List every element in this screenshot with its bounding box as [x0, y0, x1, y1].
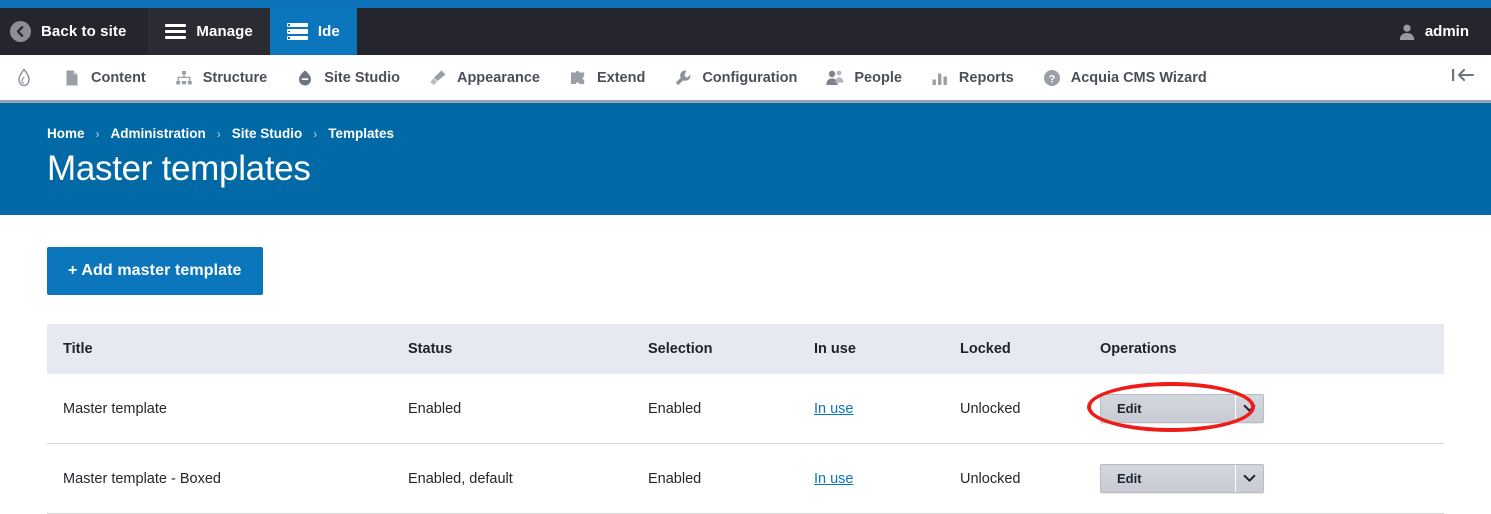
- edit-button[interactable]: Edit: [1101, 465, 1235, 492]
- ide-label: Ide: [317, 23, 340, 40]
- operations-toggle-button[interactable]: [1235, 395, 1263, 422]
- breadcrumb-item-site-studio[interactable]: Site Studio: [232, 126, 303, 141]
- operations-wrapper: Edit: [1087, 382, 1264, 432]
- people-icon: [825, 68, 845, 88]
- manage-tab[interactable]: Manage: [148, 8, 270, 55]
- page-icon: [62, 68, 82, 88]
- menu-item-appearance[interactable]: Appearance: [414, 55, 554, 100]
- column-header-selection[interactable]: Selection: [632, 324, 798, 374]
- menu-item-extend-label: Extend: [596, 69, 646, 86]
- cell-status: Enabled: [392, 374, 632, 444]
- table-row: Master template Enabled Enabled In use U…: [47, 374, 1444, 444]
- menu-item-reports-label: Reports: [958, 69, 1014, 86]
- hamburger-icon: [165, 23, 187, 40]
- back-to-site-button[interactable]: Back to site: [0, 8, 149, 55]
- cell-locked: Unlocked: [944, 443, 1084, 514]
- menu-item-extend[interactable]: Extend: [554, 55, 659, 100]
- operations-toggle-button[interactable]: [1235, 465, 1263, 492]
- admin-menu-bar: Content Structure Site Studio Appearance…: [0, 55, 1491, 103]
- top-accent-strip: [0, 0, 1491, 8]
- brush-icon: [428, 68, 448, 88]
- collapse-toolbar-button[interactable]: [1435, 67, 1491, 88]
- page-title: Master templates: [47, 149, 311, 188]
- back-to-site-label: Back to site: [41, 23, 127, 40]
- column-header-operations: Operations: [1084, 324, 1444, 374]
- back-arrow-icon: [10, 21, 31, 42]
- menu-item-structure-label: Structure: [202, 69, 268, 86]
- edit-button[interactable]: Edit: [1101, 395, 1235, 422]
- menu-item-configuration[interactable]: Configuration: [659, 55, 811, 100]
- breadcrumb-item-home[interactable]: Home: [47, 126, 85, 141]
- breadcrumb-separator: ›: [216, 126, 221, 141]
- chevron-down-icon: [1243, 401, 1256, 417]
- admin-toolbar: Back to site Manage Ide admin: [0, 8, 1491, 55]
- toolbar-spacer: [356, 8, 1388, 55]
- menu-item-people[interactable]: People: [811, 55, 916, 100]
- cell-status: Enabled, default: [392, 443, 632, 514]
- menu-item-acquia-cms-wizard[interactable]: ? Acquia CMS Wizard: [1028, 55, 1221, 100]
- table-row: Master template - Boxed Enabled, default…: [47, 443, 1444, 514]
- menu-item-site-studio-label: Site Studio: [324, 69, 400, 86]
- cell-operations: Edit: [1084, 443, 1444, 514]
- cell-operations: Edit: [1084, 374, 1444, 444]
- menu-item-acquia-cms-wizard-label: Acquia CMS Wizard: [1070, 69, 1207, 86]
- wrench-icon: [673, 68, 693, 88]
- cell-locked: Unlocked: [944, 374, 1084, 444]
- in-use-link[interactable]: In use: [814, 401, 854, 417]
- cell-in-use: In use: [798, 374, 944, 444]
- menu-item-appearance-label: Appearance: [456, 69, 540, 86]
- cell-title: Master template - Boxed: [47, 443, 392, 514]
- operations-wrapper: Edit: [1100, 464, 1264, 493]
- menu-item-content[interactable]: Content: [48, 55, 160, 100]
- cell-title: Master template: [47, 374, 392, 444]
- sitestudio-icon: [295, 68, 315, 88]
- breadcrumb-separator: ›: [313, 126, 318, 141]
- puzzle-icon: [568, 68, 588, 88]
- add-master-template-button[interactable]: + Add master template: [47, 247, 263, 295]
- manage-label: Manage: [196, 23, 253, 40]
- sitemap-icon: [174, 68, 194, 88]
- operations-dropbutton: Edit: [1100, 464, 1264, 493]
- column-header-title[interactable]: Title: [47, 324, 392, 374]
- table-body: Master template Enabled Enabled In use U…: [47, 374, 1444, 514]
- column-header-in-use[interactable]: In use: [798, 324, 944, 374]
- table-header-row: Title Status Selection In use Locked Ope…: [47, 324, 1444, 374]
- menu-item-people-label: People: [854, 69, 902, 86]
- server-list-icon: [286, 23, 308, 40]
- user-name-label: admin: [1424, 23, 1469, 40]
- table-header: Title Status Selection In use Locked Ope…: [47, 324, 1444, 374]
- breadcrumb-item-administration[interactable]: Administration: [111, 126, 206, 141]
- breadcrumb: Home › Administration › Site Studio › Te…: [47, 126, 1491, 141]
- chevron-down-icon: [1243, 471, 1256, 487]
- collapse-arrow-icon: [1451, 67, 1475, 88]
- page-banner: Home › Administration › Site Studio › Te…: [0, 103, 1491, 215]
- master-templates-table: Title Status Selection In use Locked Ope…: [47, 324, 1444, 514]
- main-content: + Add master template Title Status Selec…: [0, 215, 1491, 514]
- menu-item-site-studio[interactable]: Site Studio: [281, 55, 414, 100]
- drupal-drop-icon: [14, 67, 34, 88]
- menu-item-structure[interactable]: Structure: [160, 55, 281, 100]
- column-header-status[interactable]: Status: [392, 324, 632, 374]
- user-avatar-icon: [1398, 23, 1416, 41]
- drupal-logo-link[interactable]: [0, 55, 48, 100]
- ide-tab[interactable]: Ide: [269, 8, 357, 55]
- svg-text:?: ?: [1048, 73, 1055, 85]
- breadcrumb-separator: ›: [95, 126, 100, 141]
- in-use-link[interactable]: In use: [814, 471, 854, 487]
- question-circle-icon: ?: [1042, 68, 1062, 88]
- cell-selection: Enabled: [632, 374, 798, 444]
- breadcrumb-item-templates[interactable]: Templates: [328, 126, 394, 141]
- operations-dropbutton: Edit: [1100, 394, 1264, 423]
- menu-item-content-label: Content: [91, 69, 146, 86]
- cell-selection: Enabled: [632, 443, 798, 514]
- menu-item-reports[interactable]: Reports: [916, 55, 1028, 100]
- bars-icon: [930, 68, 950, 88]
- user-account-button[interactable]: admin: [1388, 8, 1491, 55]
- cell-in-use: In use: [798, 443, 944, 514]
- column-header-locked[interactable]: Locked: [944, 324, 1084, 374]
- menu-item-configuration-label: Configuration: [702, 69, 798, 86]
